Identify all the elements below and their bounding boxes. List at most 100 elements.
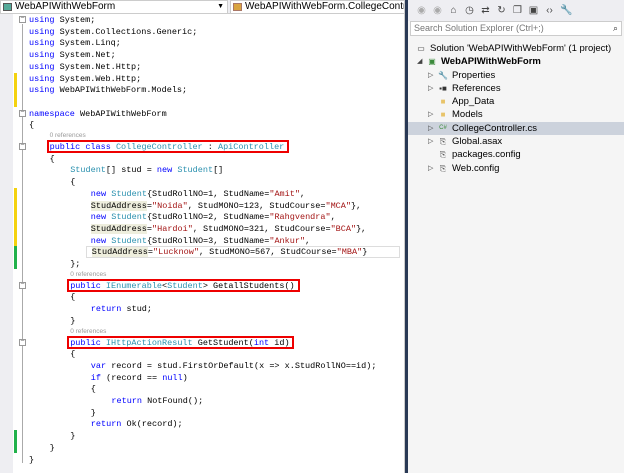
tree-item[interactable]: ◢ ▣ WebAPIWithWebForm <box>408 55 624 68</box>
tree-item[interactable]: ▷ ▪■ References <box>408 82 624 95</box>
show-all-files-icon[interactable]: ▣ <box>528 5 539 16</box>
solution-icon: ▭ <box>417 44 425 53</box>
code-line[interactable]: { <box>29 119 34 131</box>
navigation-bar: WebAPIWithWebForm ▼ WebAPIWithWebForm.Co… <box>0 0 405 14</box>
code-line[interactable]: return NotFound(); <box>111 395 203 407</box>
code-line[interactable]: StudAddress="Noida", StudMONO=123, StudC… <box>90 200 361 212</box>
change-indicator <box>14 430 17 453</box>
properties-icon[interactable]: 🔧 <box>560 5 572 16</box>
config-file-icon: ⎘ <box>439 163 447 173</box>
collapse-icon[interactable]: − <box>19 143 26 150</box>
code-text-token: [] <box>213 165 224 176</box>
collapse-icon[interactable]: − <box>19 338 26 346</box>
search-input[interactable]: Search Solution Explorer (Ctrl+;) ⌕ <box>410 21 622 36</box>
tree-item[interactable]: ▷ ■ Models <box>408 108 624 121</box>
collapse-arrow-icon[interactable]: ◢ <box>417 55 425 68</box>
keyword-token: null <box>162 372 183 383</box>
code-line[interactable]: } <box>91 407 96 419</box>
class-icon <box>233 3 242 11</box>
code-text-token: [] stud = <box>105 165 157 176</box>
tree-item[interactable]: ⎘ packages.config <box>408 148 624 161</box>
code-line[interactable]: { <box>50 153 55 165</box>
pending-changes-icon[interactable]: ◷ <box>464 5 475 16</box>
expand-arrow-icon[interactable]: ▷ <box>428 108 436 121</box>
expand-arrow-icon[interactable]: ▷ <box>428 69 436 82</box>
code-line[interactable]: new Student{StudRollNO=3, StudName="Anku… <box>91 235 310 247</box>
expand-arrow-icon[interactable]: ▷ <box>428 82 436 95</box>
code-editor[interactable]: WebAPIWithWebForm ▼ WebAPIWithWebForm.Co… <box>0 0 405 473</box>
code-line[interactable]: return stud; <box>91 303 152 315</box>
view-code-icon[interactable]: ‹› <box>544 5 555 16</box>
code-line[interactable]: StudAddress="Lucknow", StudMONO=567, Stu… <box>86 246 400 259</box>
string-literal-token: "MBA" <box>336 247 363 258</box>
code-line[interactable]: new Student{StudRollNO=1, StudName="Amit… <box>91 188 305 200</box>
code-line[interactable]: if (record == null) <box>91 372 188 384</box>
tree-item[interactable]: ■ App_Data <box>408 95 624 108</box>
code-line[interactable]: } <box>50 442 55 454</box>
code-text-token: Ok(record); <box>121 419 183 430</box>
code-text-token: (record == <box>101 372 163 383</box>
tree-item[interactable]: ▭ Solution 'WebAPIWithWebForm' (1 project… <box>408 42 624 55</box>
tree-item[interactable]: ▷ ⎘ Global.asax <box>408 135 624 148</box>
string-literal-token: "Ankur" <box>269 235 306 246</box>
code-text-token: , <box>305 235 311 246</box>
expand-arrow-icon[interactable]: ▷ <box>428 162 436 175</box>
code-text-token: NotFound(); <box>142 396 204 406</box>
code-line[interactable]: using System.Linq; <box>29 37 121 49</box>
keyword-token: using <box>29 73 55 84</box>
class-combo[interactable]: WebAPIWithWebForm.CollegeController <box>230 0 405 14</box>
project-icon: ▣ <box>428 57 436 67</box>
wrench-icon: 🔧 <box>438 70 448 80</box>
keyword-token: new <box>90 212 107 223</box>
code-line[interactable]: var record = stud.FirstOrDefault(x => x.… <box>91 360 377 372</box>
code-line[interactable]: using System.Net.Http; <box>29 61 141 73</box>
code-line[interactable]: }; <box>70 258 80 270</box>
code-line[interactable]: using System; <box>29 14 95 26</box>
code-line[interactable]: { <box>70 291 75 303</box>
code-line[interactable]: } <box>70 430 75 442</box>
collapse-icon[interactable]: − <box>19 16 26 23</box>
expand-arrow-icon[interactable]: ▷ <box>428 122 436 135</box>
tree-item[interactable]: ▷ C# CollegeController.cs <box>408 121 624 136</box>
string-literal-token: "Hardoi" <box>152 223 193 234</box>
code-text-token: {StudRollNO=2, StudName= <box>146 212 270 223</box>
code-line[interactable]: using System.Collections.Generic; <box>29 26 197 38</box>
code-line[interactable]: { <box>91 383 96 395</box>
tree-item-label: Web.config <box>452 162 500 174</box>
code-area[interactable]: using System; using System.Collections.Ge… <box>0 14 400 473</box>
code-text-token: { <box>70 177 76 188</box>
refresh-icon[interactable]: ↻ <box>496 5 507 16</box>
code-line[interactable]: using System.Web.Http; <box>29 73 141 85</box>
expand-arrow-icon[interactable]: ▷ <box>428 135 436 148</box>
code-line[interactable]: StudAddress="Hardoi", StudMONO=321, Stud… <box>90 223 366 235</box>
string-literal-token: "Lucknow" <box>153 247 199 258</box>
code-line[interactable]: using WebAPIWithWebForm.Models; <box>29 84 187 96</box>
code-text-token: ) <box>182 372 188 383</box>
code-text-token: {StudRollNO=3, StudName= <box>146 235 270 246</box>
config-file-icon: ⎘ <box>439 150 447 160</box>
code-line[interactable]: { <box>70 348 75 360</box>
code-line[interactable]: using System.Net; <box>29 49 116 61</box>
code-line[interactable]: new Student{StudRollNO=2, StudName="Rahg… <box>91 211 336 223</box>
project-combo[interactable]: WebAPIWithWebForm ▼ <box>0 0 228 14</box>
collapse-icon[interactable]: − <box>19 109 26 117</box>
search-icon: ⌕ <box>612 23 618 33</box>
code-line[interactable]: } <box>29 454 34 466</box>
sync-icon[interactable]: ⇄ <box>480 5 491 16</box>
code-line[interactable]: Student[] stud = new Student[] <box>70 164 223 176</box>
solution-tree: ▭ Solution 'WebAPIWithWebForm' (1 project… <box>408 42 624 175</box>
code-line[interactable]: namespace WebAPIWithWebForm <box>29 108 167 120</box>
tree-item[interactable]: ▷ ⎘ Web.config <box>408 162 624 175</box>
back-icon[interactable]: ◉ <box>416 5 427 16</box>
collapse-all-icon[interactable]: ❐ <box>512 5 523 16</box>
code-line[interactable]: { <box>70 176 75 188</box>
collapse-icon[interactable]: − <box>19 281 26 289</box>
code-text-token: { <box>49 153 55 164</box>
code-line[interactable]: } <box>70 315 75 327</box>
forward-icon[interactable]: ◉ <box>432 5 443 16</box>
keyword-token: return <box>111 396 142 406</box>
tree-item[interactable]: ▷ 🔧 Properties <box>408 69 624 82</box>
code-line[interactable]: return Ok(record); <box>91 418 183 430</box>
home-icon[interactable]: ⌂ <box>448 5 459 16</box>
string-literal-token: "Amit" <box>269 188 300 199</box>
